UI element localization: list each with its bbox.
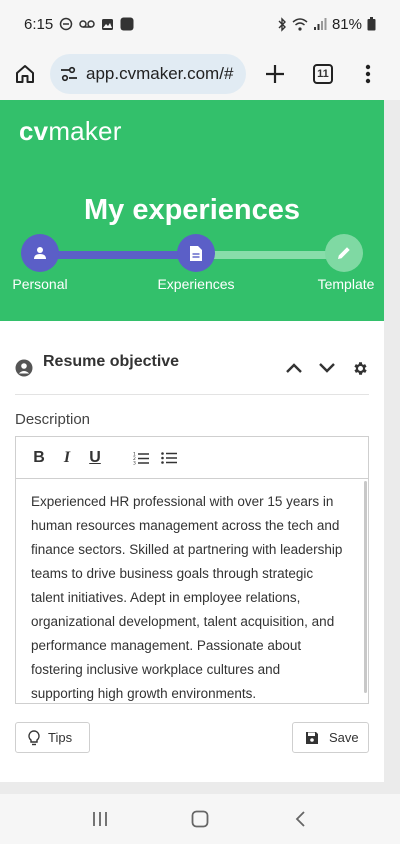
- do-not-disturb-icon: [59, 17, 73, 31]
- move-down-button[interactable]: [316, 357, 338, 379]
- voicemail-icon: [79, 19, 95, 29]
- lightbulb-icon: [28, 729, 40, 745]
- description-label: Description: [15, 411, 91, 428]
- new-tab-button[interactable]: [260, 59, 290, 89]
- browser-toolbar: app.cvmaker.com/# 11: [0, 48, 400, 100]
- step-personal[interactable]: [21, 234, 59, 272]
- editor-toolbar: B I U 123: [16, 437, 368, 479]
- tab-count: 11: [313, 64, 333, 84]
- svg-text:3: 3: [133, 460, 136, 465]
- section-settings-button[interactable]: [349, 357, 371, 379]
- page-title: My experiences: [83, 194, 300, 226]
- save-label: Save: [329, 730, 359, 745]
- browser-menu-button[interactable]: [356, 59, 380, 89]
- person-icon: [34, 247, 46, 259]
- home-button[interactable]: [10, 59, 40, 89]
- section-title: Resume objective: [43, 353, 180, 370]
- home-square-icon: [191, 810, 209, 828]
- pencil-icon: [338, 247, 350, 259]
- back-chevron-icon: [295, 811, 305, 827]
- resume-objective-card: Resume objective Description B I U 123 E…: [0, 321, 384, 782]
- description-text-area[interactable]: Experienced HR professional with over 15…: [16, 480, 368, 704]
- save-button[interactable]: Save: [292, 722, 369, 753]
- chevron-up-icon: [286, 363, 302, 373]
- site-settings-icon[interactable]: [60, 66, 78, 82]
- back-button[interactable]: [285, 804, 315, 834]
- recents-icon: [93, 812, 107, 826]
- step-template[interactable]: [325, 234, 363, 272]
- wifi-icon: [292, 17, 308, 31]
- floppy-disk-icon: [306, 731, 318, 744]
- ordered-list-button[interactable]: 123: [130, 447, 152, 469]
- bold-button[interactable]: B: [28, 447, 50, 469]
- step-label-template: Template: [317, 276, 375, 292]
- status-time: 6:15: [24, 15, 54, 33]
- bullet-list-button[interactable]: [158, 447, 180, 469]
- step-label-experiences: Experiences: [157, 276, 235, 292]
- step-label-personal: Personal: [12, 276, 68, 292]
- document-icon: [190, 245, 202, 261]
- page-header: cvmaker My experiences Personal Experien…: [0, 100, 384, 321]
- home-icon: [16, 65, 34, 83]
- step-experiences[interactable]: [177, 234, 215, 272]
- underline-button[interactable]: U: [84, 447, 106, 469]
- rich-text-editor: B I U 123 Experienced HR professional wi…: [15, 436, 369, 704]
- tips-button[interactable]: Tips: [15, 722, 90, 753]
- editor-scrollbar[interactable]: [364, 481, 367, 693]
- signal-icon: [313, 17, 327, 31]
- stepper-track-complete: [40, 251, 196, 259]
- address-bar[interactable]: app.cvmaker.com/#: [50, 54, 246, 94]
- tab-switcher-button[interactable]: 11: [308, 59, 338, 89]
- move-up-button[interactable]: [283, 357, 305, 379]
- battery-level: 81%: [331, 15, 362, 33]
- status-bar: 6:15 81%: [0, 0, 400, 48]
- recent-apps-button[interactable]: [85, 804, 115, 834]
- url-text: app.cvmaker.com/#: [86, 64, 234, 83]
- progress-stepper: Personal Experiences Template: [0, 232, 384, 292]
- section-header: Resume objective: [15, 351, 369, 395]
- gallery-icon: [101, 18, 114, 31]
- bluetooth-icon: [277, 16, 287, 32]
- plus-icon: [266, 65, 284, 83]
- system-nav-bar: [0, 794, 400, 844]
- web-content: cvmaker My experiences Personal Experien…: [0, 100, 400, 794]
- gear-icon: [353, 361, 367, 375]
- home-nav-button[interactable]: [185, 804, 215, 834]
- ordered-list-icon: 123: [133, 451, 149, 465]
- chevron-down-icon: [319, 363, 335, 373]
- bullet-list-icon: [161, 451, 177, 464]
- stepper-track-remaining: [196, 251, 344, 259]
- account-circle-icon: [15, 359, 33, 382]
- tips-label: Tips: [48, 730, 73, 745]
- more-vert-icon: [365, 64, 371, 84]
- cvmaker-logo[interactable]: cvmaker: [19, 116, 122, 147]
- italic-button[interactable]: I: [56, 447, 78, 469]
- app-notification-icon: [120, 17, 134, 31]
- battery-icon: [367, 17, 376, 31]
